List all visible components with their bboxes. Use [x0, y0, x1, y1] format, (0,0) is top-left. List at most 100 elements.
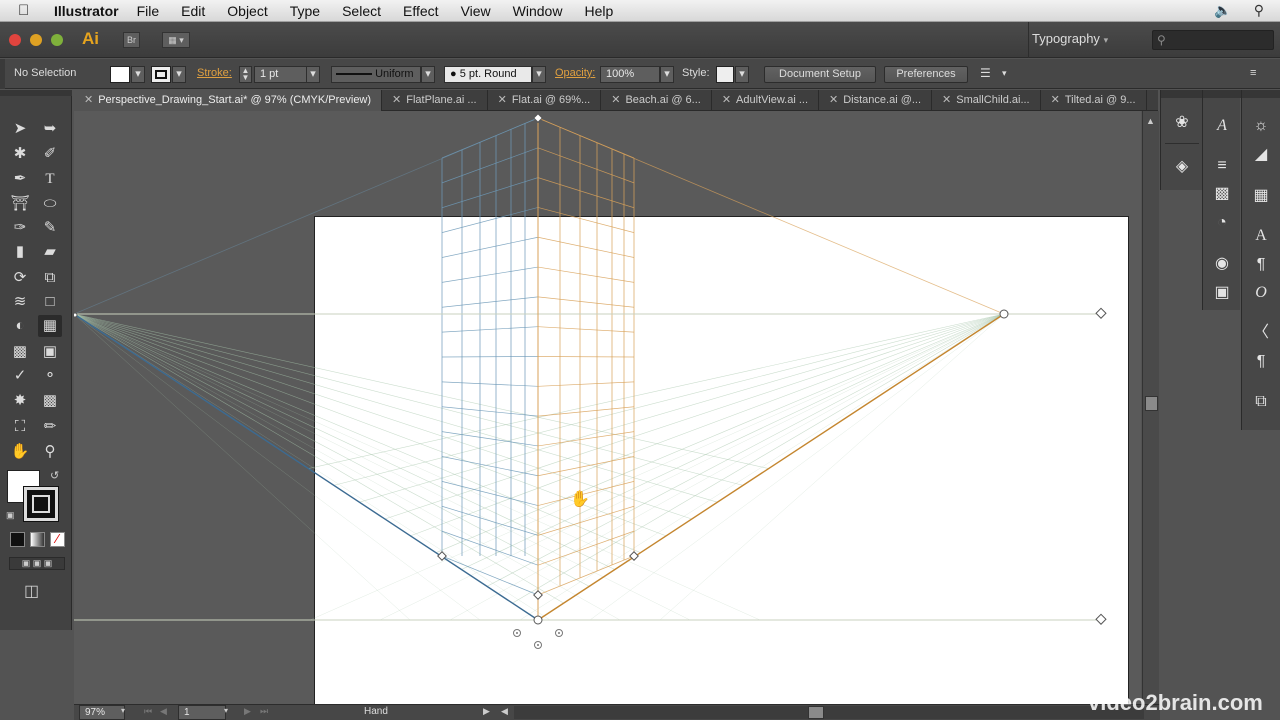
brush-dropdown[interactable]: ▾ [532, 66, 546, 83]
screen-mode-icon[interactable]: ◫ [24, 581, 39, 601]
eraser-tool-icon[interactable]: ▰ [38, 241, 62, 263]
layers-icon[interactable]: ◈ [1170, 156, 1194, 178]
volume-icon[interactable]: 🔈 [1214, 2, 1231, 19]
character-styles-icon[interactable]: A [1210, 115, 1234, 137]
pencil-tool-icon[interactable]: ✎ [38, 217, 62, 239]
style-dropdown[interactable]: ▾ [735, 66, 749, 83]
graphic-style-swatch[interactable] [716, 66, 734, 83]
menu-help[interactable]: Help [584, 3, 613, 19]
vertical-scroll-thumb[interactable] [1145, 396, 1158, 411]
zoom-dropdown-icon[interactable]: ▾ [121, 706, 125, 715]
opentype-icon[interactable]: O [1249, 282, 1273, 304]
rotate-tool-icon[interactable]: ⟳ [8, 267, 32, 289]
tab-tilted[interactable]: ✕ Tilted.ai @ 9... [1041, 90, 1147, 111]
character-icon[interactable]: A [1249, 225, 1273, 247]
zoom-tool-icon[interactable]: ⚲ [38, 441, 62, 463]
close-window-button[interactable] [9, 34, 21, 46]
dock-header[interactable] [1242, 90, 1280, 98]
gradient-mode-icon[interactable] [30, 532, 45, 547]
ellipse-tool-icon[interactable]: ⬭ [38, 193, 62, 215]
transparency-icon[interactable]: ◔ [1210, 212, 1234, 234]
gradient-panel-icon[interactable]: ▩ [1210, 183, 1234, 205]
type-tool-icon[interactable]: T [38, 168, 62, 190]
scroll-up-icon[interactable]: ▲ [1146, 116, 1155, 126]
tab-adultview[interactable]: ✕ AdultView.ai ... [712, 90, 819, 111]
zoom-window-button[interactable] [51, 34, 63, 46]
character-styles-panel-icon[interactable]: 〈 [1249, 322, 1273, 344]
chevron-down-icon[interactable]: ▾ [1002, 66, 1007, 83]
menu-object[interactable]: Object [227, 3, 267, 19]
fill-swatch[interactable] [110, 66, 130, 83]
previous-artboard-icon[interactable]: ◀ [160, 706, 167, 717]
first-artboard-icon[interactable]: ⏮ [144, 706, 152, 717]
stroke-weight-field[interactable]: 1 pt [254, 66, 308, 83]
appearance-icon[interactable]: ◉ [1210, 253, 1234, 275]
grid-cell-size-widget[interactable] [533, 590, 543, 600]
brushes-icon[interactable]: ◢ [1249, 144, 1273, 166]
symbol-sprayer-tool-icon[interactable]: ✸ [8, 390, 32, 412]
blob-brush-tool-icon[interactable]: ▮ [8, 241, 32, 263]
minimize-window-button[interactable] [30, 34, 42, 46]
zoom-level-field[interactable]: 97% [79, 705, 125, 720]
drawing-modes-icon[interactable]: ▣ ▣ ▣ [9, 557, 65, 570]
shape-builder-tool-icon[interactable]: ◐ [8, 315, 32, 337]
left-vanishing-point[interactable] [74, 312, 78, 318]
default-fill-stroke-icon[interactable]: ▣ [6, 510, 15, 521]
fill-dropdown[interactable]: ▾ [131, 66, 145, 83]
close-tab-icon[interactable]: ✕ [942, 94, 951, 106]
menu-select[interactable]: Select [342, 3, 381, 19]
opacity-dropdown[interactable]: ▾ [660, 66, 674, 83]
direct-selection-tool-icon[interactable]: ➥ [38, 118, 62, 140]
document-canvas[interactable]: ✋ [74, 111, 1141, 704]
mesh-tool-icon[interactable]: ⛩ [8, 193, 32, 215]
eyedropper-tool-icon[interactable]: ✓ [8, 365, 32, 387]
close-tab-icon[interactable]: ✕ [498, 94, 507, 106]
close-tab-icon[interactable]: ✕ [722, 94, 731, 106]
none-mode-icon[interactable]: ∕ [50, 532, 65, 547]
stroke-weight-stepper[interactable]: ▲ ▼ [239, 66, 252, 83]
gradient-tool-icon[interactable]: ▣ [38, 341, 62, 363]
brush-definition[interactable]: ● 5 pt. Round [444, 66, 532, 83]
menu-file[interactable]: File [137, 3, 160, 19]
panel-menu-icon[interactable]: ≡ [1250, 66, 1256, 83]
column-graph-tool-icon[interactable]: ▩ [38, 390, 62, 412]
paintbrush-tool-icon[interactable]: ✑ [8, 217, 32, 239]
ground-level-widget[interactable] [1095, 613, 1107, 625]
right-vanishing-point[interactable] [999, 309, 1009, 319]
swatches-icon[interactable]: ☼ [1249, 115, 1273, 137]
variable-width-profile[interactable]: Uniform [331, 66, 421, 83]
menu-type[interactable]: Type [290, 3, 320, 19]
free-transform-tool-icon[interactable]: □ [38, 291, 62, 313]
opacity-field[interactable]: 100% [600, 66, 660, 83]
tab-perspective-drawing-start[interactable]: ✕ Perspective_Drawing_Start.ai* @ 97% (CM… [74, 90, 383, 111]
close-tab-icon[interactable]: ✕ [829, 94, 838, 106]
vertical-scrollbar[interactable]: ▲ [1142, 111, 1159, 704]
apple-icon[interactable]:  [18, 2, 40, 19]
close-tab-icon[interactable]: ✕ [611, 94, 620, 106]
menu-app-name[interactable]: Illustrator [54, 3, 119, 19]
opacity-label[interactable]: Opacity: [555, 66, 595, 83]
stroke-swatch[interactable] [151, 66, 171, 83]
vertical-extent-widget[interactable] [533, 113, 543, 123]
help-search-input[interactable]: ⚲ [1152, 30, 1274, 50]
blend-tool-icon[interactable]: ⚬ [38, 365, 62, 387]
tab-flat[interactable]: ✕ Flat.ai @ 69%... [488, 90, 602, 111]
perspective-grid-tool-icon[interactable]: ▦ [38, 315, 62, 337]
horizontal-scrollbar[interactable] [514, 706, 1144, 719]
dock-header[interactable] [1203, 90, 1241, 98]
panel-grip[interactable] [0, 59, 5, 89]
hand-tool-icon[interactable]: ✋ [8, 441, 32, 463]
tab-smallchild[interactable]: ✕ SmallChild.ai... [932, 90, 1041, 111]
table-grid-icon[interactable]: ▦ [1249, 185, 1273, 207]
close-tab-icon[interactable]: ✕ [1051, 94, 1060, 106]
isolate-object-icon[interactable]: ☰ [980, 66, 991, 83]
menu-view[interactable]: View [461, 3, 491, 19]
arrange-documents-button[interactable]: ▦ ▾ [162, 32, 190, 48]
artboard-tool-icon[interactable]: ⛶ [8, 416, 32, 438]
origin-widget[interactable] [533, 615, 543, 625]
graphic-styles-icon[interactable]: ▣ [1210, 282, 1234, 304]
dock-header[interactable] [1161, 90, 1203, 98]
tools-panel-header[interactable] [0, 90, 72, 96]
artboard-number-field[interactable]: 1 [178, 705, 226, 720]
last-artboard-icon[interactable]: ⏭ [260, 706, 268, 717]
